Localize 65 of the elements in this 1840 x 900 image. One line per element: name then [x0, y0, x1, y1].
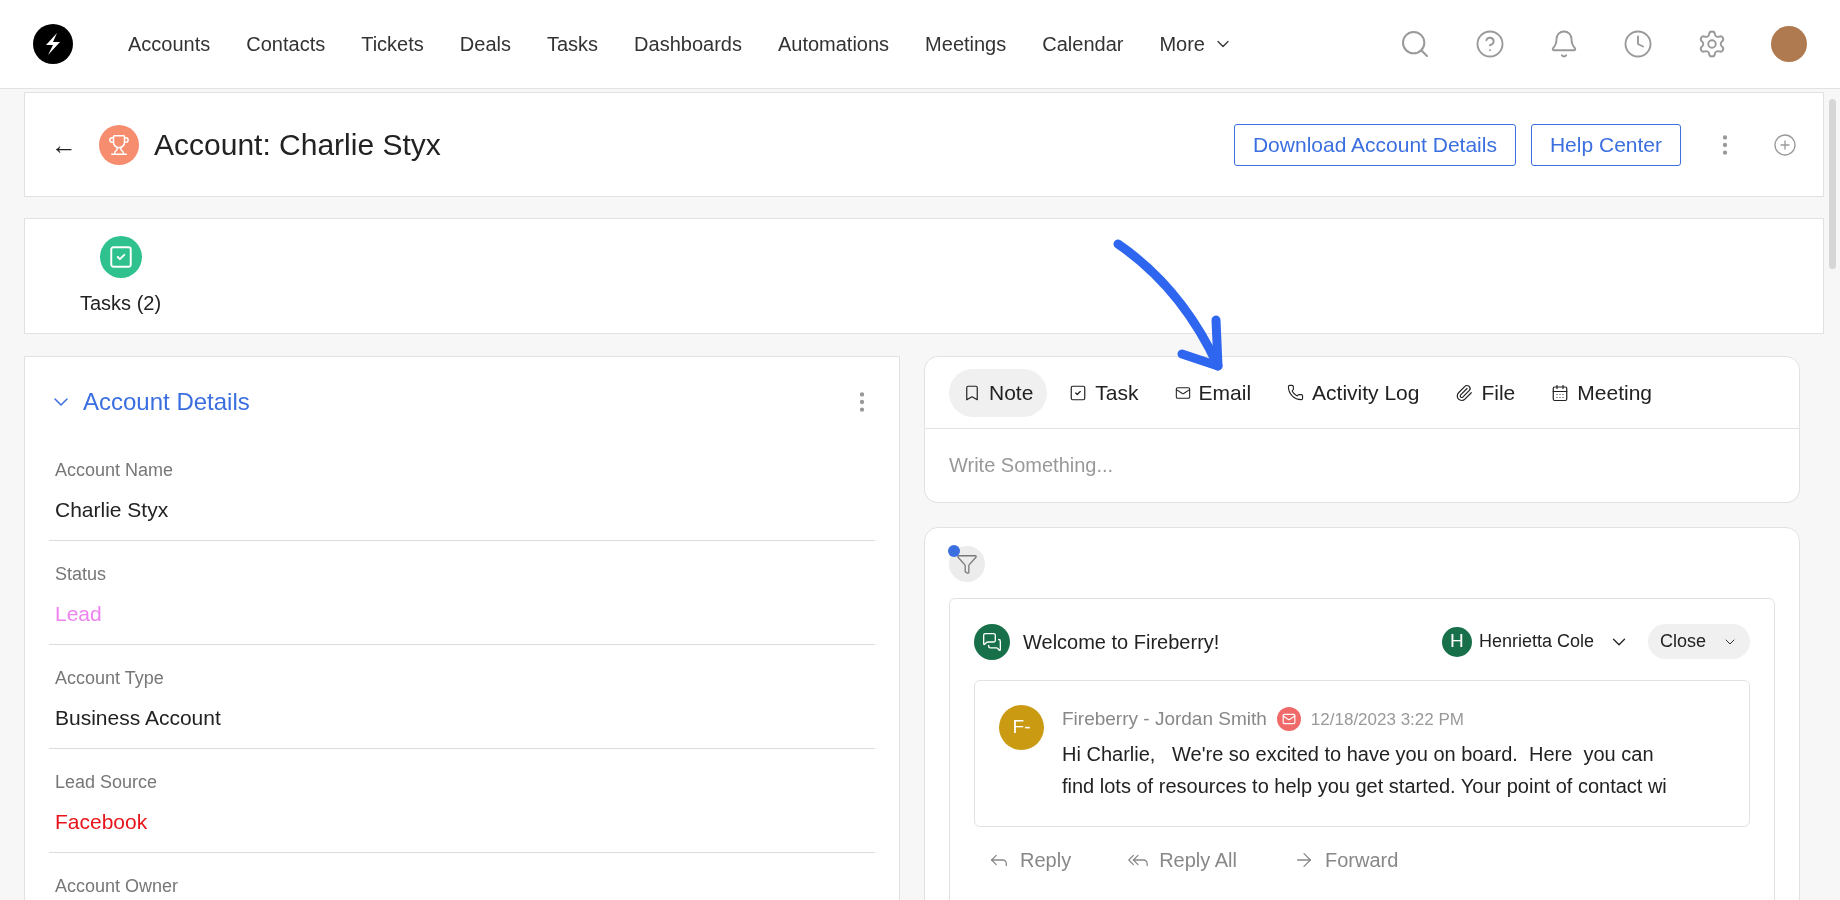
nav-link[interactable]: Tasks: [546, 29, 599, 59]
checkbox-icon: [99, 236, 142, 278]
assignee-dropdown[interactable]: Henrietta Cole: [1478, 628, 1630, 655]
sender-name: Fireberry - Jordan Smith: [1062, 707, 1267, 731]
scrollbar-thumb[interactable]: [1829, 99, 1836, 269]
message-text: Hi Charlie, We're so excited to have you on board. Here you can: [1062, 741, 1655, 766]
field-label: Lead Source: [55, 771, 159, 794]
message-action[interactable]: Reply All: [1127, 845, 1237, 875]
envelope-icon: [1174, 384, 1191, 401]
assignee-avatar: H: [1441, 626, 1472, 657]
message-action[interactable]: Reply: [988, 845, 1072, 875]
field-value: Lead: [55, 601, 103, 627]
composer-tab[interactable]: Email: [1160, 368, 1266, 417]
checkbox-icon: [1069, 383, 1088, 402]
trophy-icon: [99, 124, 139, 165]
logo-icon: [33, 24, 73, 64]
filter-icon: [956, 553, 978, 575]
composer-tab[interactable]: Note: [949, 368, 1048, 417]
help-icon[interactable]: [1475, 29, 1505, 59]
composer-tab[interactable]: Task: [1055, 368, 1153, 417]
back-button[interactable]: ←: [51, 131, 77, 158]
nav-link[interactable]: Contacts: [246, 29, 326, 59]
field-label: Status: [55, 563, 108, 586]
nav-link[interactable]: Meetings: [925, 29, 1007, 59]
user-avatar[interactable]: [1771, 26, 1807, 62]
sender-avatar: F-: [999, 705, 1044, 750]
page-title: Account: Charlie Styx: [154, 127, 441, 163]
chat-icon: [974, 623, 1010, 660]
status-dropdown[interactable]: Close: [1647, 624, 1750, 659]
field-label: Account Type: [55, 667, 165, 690]
bell-icon[interactable]: [1549, 29, 1579, 59]
composer-tab[interactable]: File: [1441, 368, 1530, 417]
bookmark-icon: [963, 383, 981, 402]
outline-button[interactable]: Help Center: [1530, 123, 1681, 166]
thread-subject: Welcome to Fireberry!: [1023, 629, 1220, 655]
clock-icon[interactable]: [1623, 29, 1653, 59]
paperclip-icon: [1455, 383, 1474, 402]
field-value: Business Account: [55, 705, 222, 731]
settings-icon[interactable]: [1697, 29, 1727, 59]
nav-link[interactable]: Tickets: [361, 29, 424, 59]
field-value: Charlie Styx: [55, 497, 170, 523]
field-value: Facebook: [55, 809, 149, 835]
field-label: Account Name: [55, 459, 175, 482]
nav-link[interactable]: Calendar: [1042, 29, 1124, 59]
related-tab[interactable]: Tasks (2): [80, 236, 162, 318]
more-menu[interactable]: More: [1159, 29, 1233, 59]
note-field[interactable]: Write Something...: [924, 429, 1800, 503]
message-action[interactable]: Forward: [1292, 845, 1399, 875]
nav-link[interactable]: Dashboards: [634, 29, 742, 59]
composer-tab[interactable]: Activity Log: [1273, 368, 1434, 417]
filter-button[interactable]: [949, 546, 985, 582]
outline-button[interactable]: Download Account Details: [1233, 123, 1516, 166]
message-time: 12/18/2023 3:22 PM: [1310, 708, 1464, 731]
field-label: Account Owner: [55, 875, 180, 898]
add-icon[interactable]: [1773, 132, 1797, 157]
calendar-icon: [1551, 383, 1570, 402]
phone-icon: [1287, 384, 1305, 401]
nav-link[interactable]: Automations: [777, 29, 890, 59]
section-title[interactable]: Account Details: [83, 384, 250, 420]
nav-link[interactable]: Deals: [459, 29, 511, 59]
nav-link[interactable]: Accounts: [128, 29, 211, 59]
composer-tab[interactable]: Meeting: [1537, 368, 1666, 417]
message-text: find lots of resources to help you get started. Your point of contact wi: [1062, 773, 1667, 798]
email-icon: [1276, 707, 1301, 732]
search-icon[interactable]: [1399, 28, 1431, 60]
